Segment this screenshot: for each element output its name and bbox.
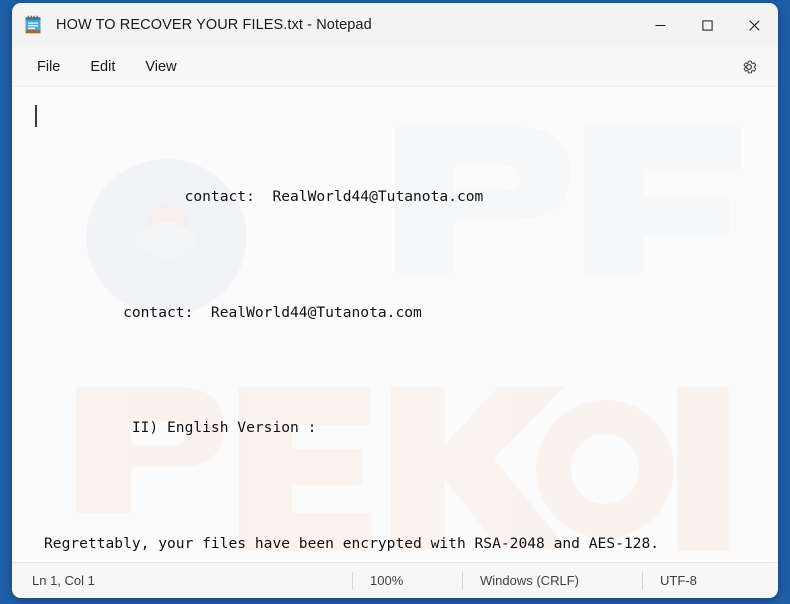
notepad-window: HOW TO RECOVER YOUR FILES.txt - Notepad: [12, 3, 778, 598]
close-button[interactable]: [731, 3, 778, 47]
text-line: contact: RealWorld44@Tutanota.com: [44, 303, 422, 321]
text-line: contact: RealWorld44@Tutanota.com: [44, 188, 484, 205]
text-line: Regrettably, your files have been encryp…: [44, 534, 660, 552]
title-bar[interactable]: HOW TO RECOVER YOUR FILES.txt - Notepad: [12, 3, 778, 47]
status-zoom-level[interactable]: 100%: [352, 563, 462, 599]
text-editor[interactable]: contact: RealWorld44@Tutanota.com contac…: [12, 87, 778, 562]
desktop-backdrop: HOW TO RECOVER YOUR FILES.txt - Notepad: [0, 0, 790, 604]
status-encoding[interactable]: UTF-8: [642, 563, 762, 599]
text-caret: [35, 105, 37, 127]
status-cursor-position: Ln 1, Col 1: [32, 573, 95, 588]
menu-item-view[interactable]: View: [134, 54, 187, 80]
settings-button[interactable]: [734, 52, 764, 82]
status-line-ending[interactable]: Windows (CRLF): [462, 563, 642, 599]
status-bar: Ln 1, Col 1 100% Windows (CRLF) UTF-8: [12, 562, 778, 598]
minimize-icon: [655, 24, 666, 26]
menu-bar: File Edit View: [12, 47, 778, 87]
menu-item-edit[interactable]: Edit: [79, 54, 126, 80]
gear-icon: [743, 60, 757, 73]
menu-item-file[interactable]: File: [26, 54, 71, 80]
minimize-button[interactable]: [637, 3, 684, 47]
window-title: HOW TO RECOVER YOUR FILES.txt - Notepad: [56, 17, 372, 33]
close-icon: [749, 19, 760, 31]
maximize-icon: [702, 19, 713, 31]
text-line: II) English Version :: [44, 419, 317, 436]
note-text[interactable]: contact: RealWorld44@Tutanota.com contac…: [12, 87, 778, 562]
notepad-icon: [22, 14, 44, 36]
window-controls: [637, 3, 778, 47]
maximize-button[interactable]: [684, 3, 731, 47]
